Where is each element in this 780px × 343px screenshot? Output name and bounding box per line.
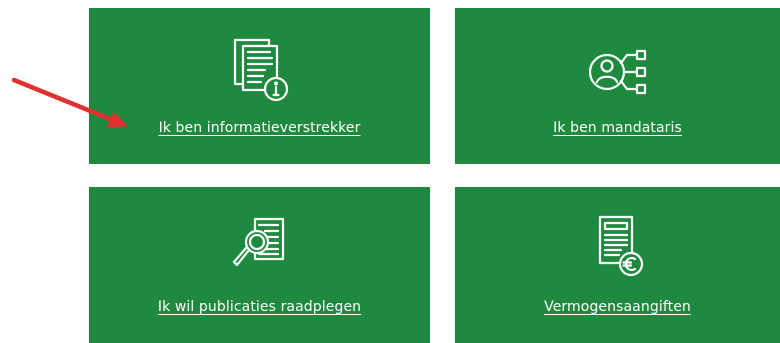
tile-label[interactable]: Vermogensaangiften bbox=[455, 299, 780, 315]
tile-mandataris[interactable]: Ik ben mandataris bbox=[455, 8, 780, 164]
tile-label[interactable]: Ik ben informatieverstrekker bbox=[89, 120, 430, 136]
search-document-icon bbox=[215, 209, 305, 289]
document-info-icon bbox=[215, 30, 305, 110]
person-network-icon bbox=[573, 30, 663, 110]
tile-publicaties[interactable]: Ik wil publicaties raadplegen bbox=[89, 187, 430, 343]
tile-label[interactable]: Ik wil publicaties raadplegen bbox=[89, 299, 430, 315]
tile-informatieverstrekker[interactable]: Ik ben informatieverstrekker bbox=[89, 8, 430, 164]
document-euro-icon bbox=[573, 209, 663, 289]
tile-label[interactable]: Ik ben mandataris bbox=[455, 120, 780, 136]
tile-vermogensaangiften[interactable]: Vermogensaangiften bbox=[455, 187, 780, 343]
